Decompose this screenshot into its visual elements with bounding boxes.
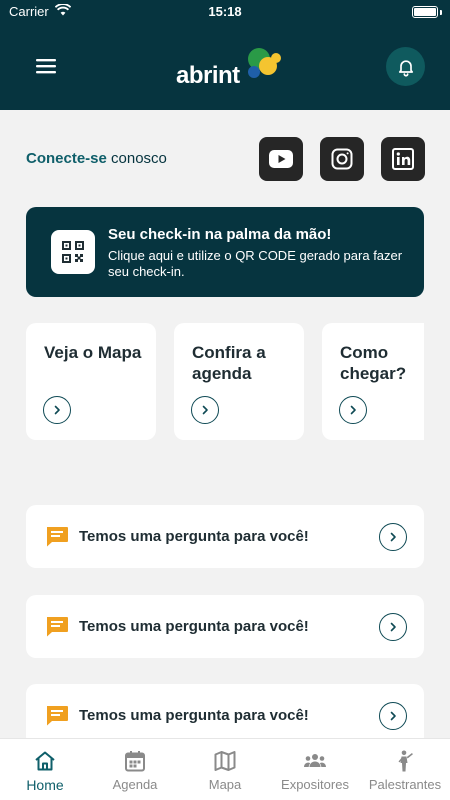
checkin-banner[interactable]: Seu check-in na palma da mão! Clique aqu… xyxy=(26,207,424,297)
tab-palestrantes[interactable]: Palestrantes xyxy=(360,739,450,800)
home-icon xyxy=(35,751,55,771)
question-card[interactable]: Temos uma pergunta para você! xyxy=(26,595,424,658)
checkin-description: Clique aqui e utilize o QR CODE gerado p… xyxy=(108,248,403,279)
calendar-icon xyxy=(125,751,145,772)
tab-home-label: Home xyxy=(26,777,64,793)
chevron-right-icon xyxy=(339,396,367,424)
qr-code-icon xyxy=(62,241,84,263)
agenda-card-label: Confira a agenda xyxy=(192,343,266,383)
youtube-button[interactable] xyxy=(259,137,303,181)
status-bar: Carrier 15:18 xyxy=(0,0,450,24)
hamburger-menu-icon xyxy=(36,59,56,74)
map-card[interactable]: Veja o Mapa xyxy=(26,323,156,440)
bottom-tab-bar: Home Agenda Mapa Expositores Palestrante… xyxy=(0,738,450,800)
chevron-right-icon xyxy=(43,396,71,424)
question-text: Temos uma pergunta para você! xyxy=(79,618,309,635)
tab-mapa-label: Mapa xyxy=(208,777,242,792)
app-header: Carrier 15:18 abrint xyxy=(0,0,450,110)
instagram-icon xyxy=(331,148,353,170)
menu-button[interactable] xyxy=(34,55,58,77)
chevron-right-icon xyxy=(379,523,407,551)
youtube-icon xyxy=(269,150,293,168)
tab-agenda[interactable]: Agenda xyxy=(90,739,180,800)
notifications-button[interactable] xyxy=(386,47,425,86)
question-text: Temos uma pergunta para você! xyxy=(79,707,309,724)
bell-icon xyxy=(398,59,413,77)
instagram-button[interactable] xyxy=(320,137,364,181)
tab-mapa[interactable]: Mapa xyxy=(180,739,270,800)
speaker-icon xyxy=(398,750,413,772)
tab-expositores-label: Expositores xyxy=(281,777,349,792)
abrint-logo: abrint xyxy=(175,46,285,89)
tab-home[interactable]: Home xyxy=(0,739,90,800)
chevron-right-icon xyxy=(191,396,219,424)
question-text: Temos uma pergunta para você! xyxy=(79,528,309,545)
chat-message-icon xyxy=(47,706,68,726)
map-icon xyxy=(214,751,236,771)
qr-code-badge xyxy=(51,230,95,274)
question-card[interactable]: Temos uma pergunta para você! xyxy=(26,505,424,568)
connect-label: Conecte-se conosco xyxy=(26,150,167,167)
battery-icon xyxy=(412,6,438,18)
map-card-label: Veja o Mapa xyxy=(44,343,142,362)
clock: 15:18 xyxy=(208,4,242,19)
directions-card[interactable]: Como chegar? xyxy=(322,323,424,440)
connect-label-bold: Conecte-se xyxy=(26,150,107,167)
checkin-title: Seu check-in na palma da mão! xyxy=(108,226,332,243)
agenda-card[interactable]: Confira a agenda xyxy=(174,323,304,440)
chevron-right-icon xyxy=(379,702,407,730)
connect-label-rest: conosco xyxy=(106,150,167,167)
chat-message-icon xyxy=(47,617,68,637)
tab-agenda-label: Agenda xyxy=(112,777,158,792)
logo-text: abrint xyxy=(176,62,240,89)
chevron-right-icon xyxy=(379,613,407,641)
tab-palestrantes-label: Palestrantes xyxy=(368,777,442,792)
group-icon xyxy=(304,754,326,767)
linkedin-button[interactable] xyxy=(381,137,425,181)
tab-expositores[interactable]: Expositores xyxy=(270,739,360,800)
chat-message-icon xyxy=(47,527,68,547)
linkedin-icon xyxy=(392,148,414,170)
directions-card-label: Como chegar? xyxy=(340,343,407,383)
